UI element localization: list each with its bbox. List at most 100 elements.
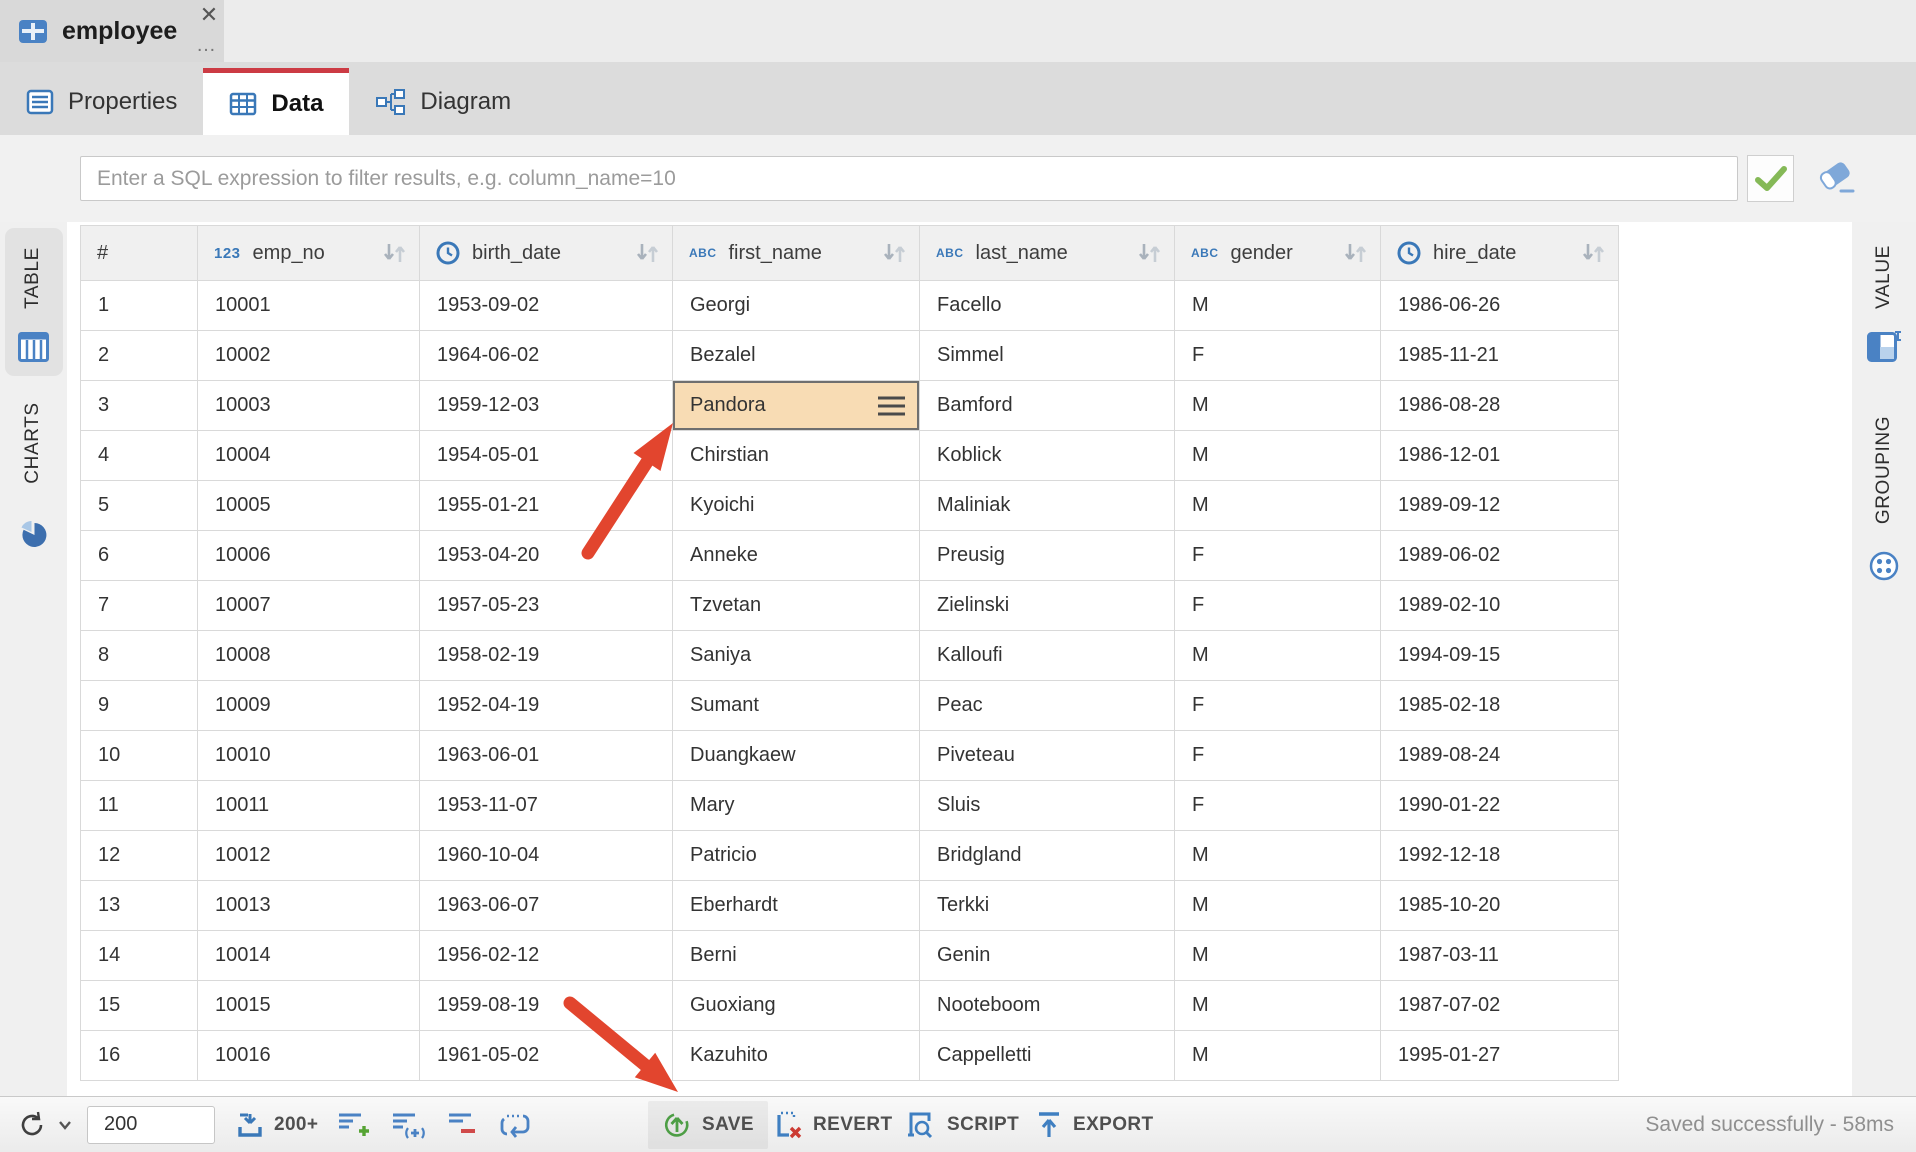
tab-data[interactable]: Data [203,68,349,135]
duplicate-row-button[interactable] [391,1111,425,1139]
cell-birth_date[interactable]: 1952-04-19 [420,681,673,731]
panel-tab-value[interactable]: VALUE [1873,207,1895,347]
column-header-gender[interactable]: ABC gender [1175,226,1381,281]
save-button[interactable]: SAVE [648,1101,768,1149]
cell-emp_no[interactable]: 10010 [198,731,420,781]
cell-first_name[interactable]: Pandora [673,381,920,431]
cell-gender[interactable]: M [1175,931,1381,981]
cell-gender[interactable]: F [1175,781,1381,831]
cell-birth_date[interactable]: 1959-12-03 [420,381,673,431]
cell-emp_no[interactable]: 10004 [198,431,420,481]
cell-gender[interactable]: F [1175,331,1381,381]
sort-icon[interactable] [635,242,660,264]
cell-hire_date[interactable]: 1986-08-28 [1381,381,1619,431]
cell-birth_date[interactable]: 1963-06-07 [420,881,673,931]
cell-emp_no[interactable]: 10007 [198,581,420,631]
cell-hire_date[interactable]: 1992-12-18 [1381,831,1619,881]
cell-last_name[interactable]: Koblick [920,431,1175,481]
cell-first_name[interactable]: Mary [673,781,920,831]
cell-emp_no[interactable]: 10016 [198,1031,420,1081]
row-number-cell[interactable]: 4 [81,431,198,481]
cell-birth_date[interactable]: 1960-10-04 [420,831,673,881]
row-number-cell[interactable]: 8 [81,631,198,681]
row-number-cell[interactable]: 5 [81,481,198,531]
cell-last_name[interactable]: Genin [920,931,1175,981]
more-icon[interactable]: … [196,34,217,57]
cell-emp_no[interactable]: 10014 [198,931,420,981]
cell-emp_no[interactable]: 10015 [198,981,420,1031]
cell-gender[interactable]: F [1175,681,1381,731]
cell-hire_date[interactable]: 1989-09-12 [1381,481,1619,531]
cell-last_name[interactable]: Cappelletti [920,1031,1175,1081]
cell-hire_date[interactable]: 1985-02-18 [1381,681,1619,731]
sort-icon[interactable] [382,242,407,264]
cell-gender[interactable]: M [1175,631,1381,681]
cell-birth_date[interactable]: 1959-08-19 [420,981,673,1031]
cell-hire_date[interactable]: 1989-06-02 [1381,531,1619,581]
cell-first_name[interactable]: Kazuhito [673,1031,920,1081]
cell-gender[interactable]: M [1175,281,1381,331]
cell-emp_no[interactable]: 10013 [198,881,420,931]
cell-hire_date[interactable]: 1989-02-10 [1381,581,1619,631]
cell-first_name[interactable]: Anneke [673,531,920,581]
cell-options-icon[interactable] [878,391,905,420]
cell-birth_date[interactable]: 1955-01-21 [420,481,673,531]
sort-icon[interactable] [1137,242,1162,264]
cell-gender[interactable]: F [1175,731,1381,781]
cell-hire_date[interactable]: 1986-06-26 [1381,281,1619,331]
panel-tab-grouping[interactable]: GROUPING [1873,400,1895,540]
cell-first_name[interactable]: Berni [673,931,920,981]
cell-gender[interactable]: M [1175,831,1381,881]
cell-first_name[interactable]: Tzvetan [673,581,920,631]
column-header-last-name[interactable]: ABC last_name [920,226,1175,281]
row-limit-input[interactable] [87,1106,215,1144]
revert-button[interactable]: REVERT [773,1110,892,1140]
panel-tab-table[interactable]: TABLE [22,208,44,348]
cell-birth_date[interactable]: 1958-02-19 [420,631,673,681]
cell-birth_date[interactable]: 1961-05-02 [420,1031,673,1081]
cell-last_name[interactable]: Kalloufi [920,631,1175,681]
cell-gender[interactable]: M [1175,481,1381,531]
cell-birth_date[interactable]: 1956-02-12 [420,931,673,981]
cell-gender[interactable]: M [1175,431,1381,481]
cell-last_name[interactable]: Peac [920,681,1175,731]
cell-last_name[interactable]: Bamford [920,381,1175,431]
cell-emp_no[interactable]: 10001 [198,281,420,331]
cell-birth_date[interactable]: 1954-05-01 [420,431,673,481]
cell-first_name[interactable]: Kyoichi [673,481,920,531]
export-button[interactable]: EXPORT [1035,1110,1154,1140]
cell-birth_date[interactable]: 1964-06-02 [420,331,673,381]
cell-gender[interactable]: M [1175,981,1381,1031]
cell-birth_date[interactable]: 1953-04-20 [420,531,673,581]
cell-first_name[interactable]: Bezalel [673,331,920,381]
column-header-rownum[interactable]: # [81,226,198,281]
close-icon[interactable]: ✕ [196,2,222,28]
cell-emp_no[interactable]: 10011 [198,781,420,831]
refresh-button[interactable] [18,1110,72,1140]
cell-hire_date[interactable]: 1995-01-27 [1381,1031,1619,1081]
cell-hire_date[interactable]: 1986-12-01 [1381,431,1619,481]
row-number-cell[interactable]: 13 [81,881,198,931]
panel-tab-charts[interactable]: CHARTS [22,373,44,513]
cell-last_name[interactable]: Piveteau [920,731,1175,781]
cell-last_name[interactable]: Facello [920,281,1175,331]
row-number-cell[interactable]: 14 [81,931,198,981]
cell-last_name[interactable]: Terkki [920,881,1175,931]
cell-gender[interactable]: M [1175,1031,1381,1081]
cell-birth_date[interactable]: 1963-06-01 [420,731,673,781]
cell-last_name[interactable]: Zielinski [920,581,1175,631]
column-header-first-name[interactable]: ABC first_name [673,226,920,281]
sql-filter-input[interactable] [80,156,1738,201]
cell-gender[interactable]: F [1175,531,1381,581]
script-button[interactable]: SCRIPT [905,1110,1019,1140]
table-grid-icon[interactable] [18,332,49,362]
row-number-cell[interactable]: 2 [81,331,198,381]
fetch-next-page-button[interactable]: 200+ [236,1111,318,1139]
cell-first_name[interactable]: Sumant [673,681,920,731]
row-number-cell[interactable]: 16 [81,1031,198,1081]
sort-icon[interactable] [1343,242,1368,264]
column-header-hire-date[interactable]: hire_date [1381,226,1619,281]
editor-tab-employee[interactable]: employee [0,0,224,62]
cell-emp_no[interactable]: 10012 [198,831,420,881]
cell-first_name[interactable]: Georgi [673,281,920,331]
